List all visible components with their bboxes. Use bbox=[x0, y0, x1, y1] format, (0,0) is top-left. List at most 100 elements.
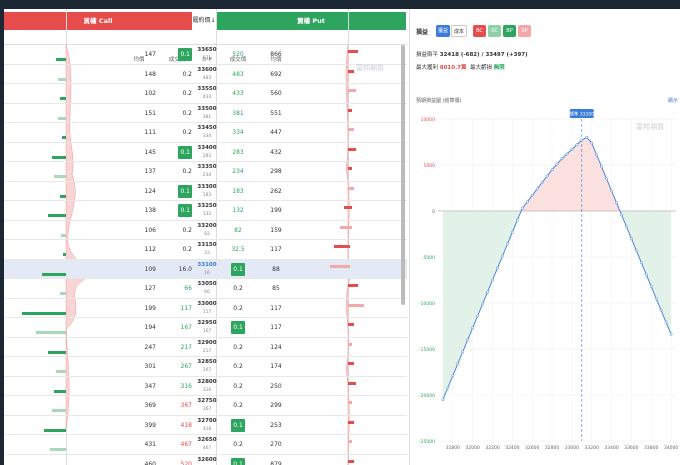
put-price[interactable]: 0.2 bbox=[224, 435, 252, 454]
put-price[interactable]: 483 bbox=[224, 65, 252, 84]
call-price[interactable]: 367 bbox=[164, 396, 192, 415]
chain-row[interactable]: 369 367 32750 367 0.2 299 bbox=[4, 396, 407, 416]
chart-display-link[interactable]: 顯示 bbox=[668, 97, 678, 104]
put-price[interactable]: 183 bbox=[224, 182, 252, 201]
put-price[interactable]: 234 bbox=[224, 162, 252, 181]
put-volume-bar bbox=[348, 167, 352, 170]
put-price[interactable]: 0.2 bbox=[224, 357, 252, 376]
toggle-cost[interactable]: 成本 bbox=[451, 25, 467, 37]
call-price[interactable]: 16.0 bbox=[164, 260, 192, 279]
call-price[interactable]: 66 bbox=[164, 279, 192, 298]
put-volume: 299 bbox=[270, 402, 282, 409]
call-price[interactable]: 117 bbox=[164, 299, 192, 318]
call-price[interactable]: 418 bbox=[164, 416, 192, 435]
put-price-badge[interactable]: 0.1 bbox=[231, 262, 245, 276]
call-price[interactable]: 0.1 bbox=[164, 143, 192, 162]
call-price[interactable]: 316 bbox=[164, 377, 192, 396]
sp-button[interactable]: SP bbox=[518, 25, 531, 37]
call-price[interactable]: 0.1 bbox=[164, 182, 192, 201]
chain-row[interactable]: 109 16.0 33100 16 0.1 88 bbox=[4, 259, 407, 279]
call-price-badge[interactable]: 0.1 bbox=[178, 184, 192, 198]
chain-row[interactable]: 431 467 32650 467 0.2 270 bbox=[4, 435, 407, 455]
call-price[interactable]: 0.1 bbox=[164, 201, 192, 220]
call-price[interactable]: 0.2 bbox=[164, 240, 192, 259]
chain-row[interactable]: 106 0.2 33200 82 82 159 bbox=[4, 221, 407, 240]
call-price[interactable]: 0.2 bbox=[164, 123, 192, 142]
payoff-point bbox=[545, 174, 549, 178]
put-price[interactable]: 0.2 bbox=[224, 299, 252, 318]
put-price-badge[interactable]: 0.1 bbox=[231, 457, 245, 465]
chain-row[interactable]: 347 316 32800 316 0.2 250 bbox=[4, 377, 407, 396]
call-price[interactable]: 167 bbox=[164, 318, 192, 337]
chain-row[interactable]: 247 217 32900 217 0.2 124 bbox=[4, 338, 407, 357]
put-price-badge[interactable]: 0.1 bbox=[231, 418, 245, 432]
call-price-badge[interactable]: 0.1 bbox=[178, 204, 192, 217]
put-price[interactable]: 334 bbox=[224, 123, 252, 142]
call-price[interactable]: 520 bbox=[164, 455, 192, 465]
put-price[interactable]: 433 bbox=[224, 84, 252, 103]
call-price[interactable]: 217 bbox=[164, 338, 192, 357]
chain-row[interactable]: 145 0.1 33400 283 283 432 bbox=[4, 143, 407, 162]
chain-row[interactable]: 137 0.2 33350 234 234 298 bbox=[4, 162, 407, 182]
chain-row[interactable]: 301 267 32850 267 0.2 174 bbox=[4, 357, 407, 377]
put-price[interactable]: 0.1 bbox=[224, 455, 252, 465]
y-tick-label: -20000 bbox=[419, 393, 435, 399]
put-price[interactable]: 82 bbox=[224, 221, 252, 240]
chain-row[interactable]: 147 0.1 33650 531 520 866 bbox=[4, 45, 407, 65]
strike-diff: 117 bbox=[202, 309, 212, 315]
call-price[interactable]: 0.1 bbox=[164, 45, 192, 64]
put-price[interactable]: 0.1 bbox=[224, 416, 252, 435]
chain-row[interactable]: 111 0.2 33450 334 334 447 bbox=[4, 123, 407, 143]
strike-diff: 82 bbox=[204, 231, 210, 237]
strike-cell: 33500 381 bbox=[194, 105, 220, 121]
call-price[interactable]: 467 bbox=[164, 435, 192, 454]
put-price[interactable]: 0.1 bbox=[224, 318, 252, 337]
strike-diff: 531 bbox=[202, 56, 212, 61]
chart-title: 預期損益圖 (結算價) bbox=[416, 98, 462, 104]
call-price-badge[interactable]: 0.1 bbox=[178, 145, 192, 159]
chain-row[interactable]: 148 0.2 33600 483 483 692 bbox=[4, 65, 407, 84]
x-tick-label: 32000 bbox=[466, 445, 480, 451]
scrollbar[interactable] bbox=[401, 45, 405, 305]
payoff-point bbox=[654, 296, 658, 300]
call-price[interactable]: 0.2 bbox=[164, 221, 192, 240]
strike-cell: 33100 16 bbox=[194, 261, 220, 277]
put-volume: 250 bbox=[270, 382, 282, 390]
call-price[interactable]: 0.2 bbox=[164, 162, 192, 181]
chain-row[interactable]: 460 52032600520 0.1 879 bbox=[4, 455, 407, 465]
payoff-chart[interactable]: 富邦期貨 10000 5000 0 -5000 -10000 -15000 -20000 -25… bbox=[410, 105, 680, 461]
put-price[interactable]: 132 bbox=[224, 201, 252, 220]
chain-row[interactable]: 124 0.1 33300 183 183 262 bbox=[4, 182, 407, 201]
call-price[interactable]: 267 bbox=[164, 357, 192, 376]
chain-row[interactable]: 151 0.2 33500 381 381 551 bbox=[4, 104, 407, 123]
chain-row[interactable]: 194 167 32950 167 0.1 117 bbox=[4, 318, 407, 338]
put-volume-bar bbox=[348, 284, 358, 287]
chain-row[interactable]: 199 117 33000 117 0.2 117 bbox=[4, 299, 407, 318]
chain-row[interactable]: 138 0.1 33250 132 132 199 bbox=[4, 201, 407, 221]
put-price[interactable]: 0.2 bbox=[224, 377, 252, 396]
toggle-pnl[interactable]: 獲益 bbox=[436, 25, 450, 37]
put-price[interactable]: 520 bbox=[224, 45, 252, 64]
chain-row[interactable]: 102 0.2 33550 433 433 560 bbox=[4, 84, 407, 104]
put-price[interactable]: 0.2 bbox=[224, 338, 252, 357]
sc-button[interactable]: SC bbox=[488, 25, 501, 37]
bc-button[interactable]: BC bbox=[473, 25, 486, 37]
strike-price: 32600 bbox=[197, 456, 217, 463]
call-price[interactable]: 0.2 bbox=[164, 65, 192, 84]
put-price-badge[interactable]: 0.1 bbox=[231, 321, 245, 334]
put-price[interactable]: 381 bbox=[224, 104, 252, 123]
put-price[interactable]: 0.1 bbox=[224, 260, 252, 279]
call-price-badge[interactable]: 0.1 bbox=[178, 48, 192, 61]
bp-button[interactable]: BP bbox=[503, 25, 516, 37]
call-price[interactable]: 0.2 bbox=[164, 104, 192, 123]
call-price[interactable]: 0.2 bbox=[164, 84, 192, 103]
chain-row[interactable]: 399 418 32700 418 0.1 253 bbox=[4, 416, 407, 435]
put-price[interactable]: 283 bbox=[224, 143, 252, 162]
chain-row[interactable]: 127 66 33050 66 0.2 85 bbox=[4, 279, 407, 299]
put-price[interactable]: 0.2 bbox=[224, 279, 252, 298]
put-price[interactable]: 0.2 bbox=[224, 396, 252, 415]
strike-price: 33300 bbox=[197, 183, 217, 190]
chain-row[interactable]: 112 0.2 33150 33 32.5 117 bbox=[4, 240, 407, 260]
call-volume-bar bbox=[58, 116, 66, 120]
put-price[interactable]: 32.5 bbox=[224, 240, 252, 259]
